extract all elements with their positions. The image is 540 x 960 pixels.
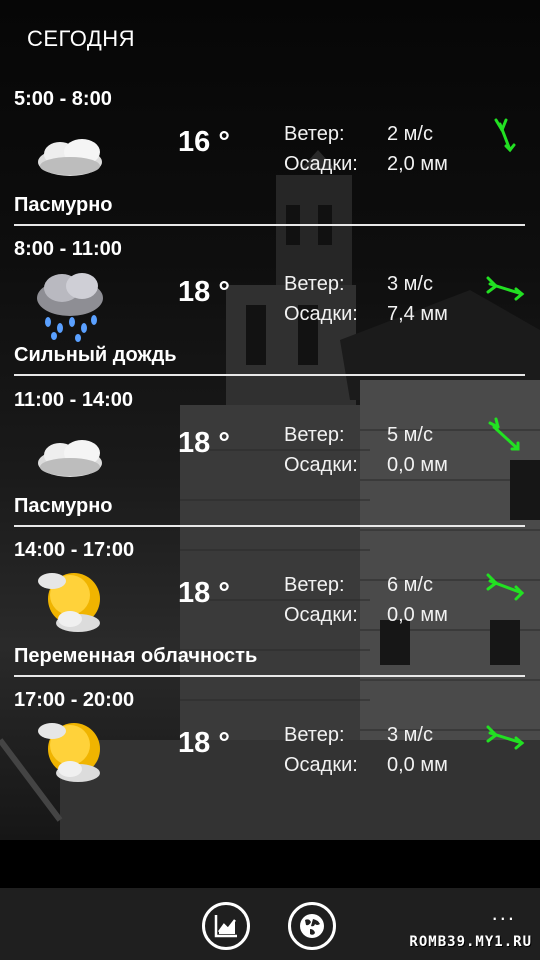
globe-icon: [300, 914, 324, 938]
precip-label: Осадки:: [284, 303, 358, 325]
temperature: 18 °: [178, 276, 230, 308]
forecast-block: 17:00 - 20:00 18 ° Ветер: 3 м/с Осадки: …: [14, 689, 526, 839]
forecast-block: 5:00 - 8:00 16 ° Ветер: 2 м/с Осадки: 2,…: [14, 88, 526, 238]
temperature: 18 °: [178, 427, 230, 459]
time-range: 5:00 - 8:00: [14, 88, 112, 110]
watermark: ROMB39.MY1.RU: [409, 934, 532, 950]
page-title: СЕГОДНЯ: [27, 26, 136, 51]
condition-text: Пасмурно: [14, 194, 113, 216]
wind-label: Ветер:: [284, 574, 345, 596]
time-range: 17:00 - 20:00: [14, 689, 135, 711]
wind-value: 3 м/с: [387, 273, 433, 295]
divider: [14, 374, 525, 376]
wind-direction-icon: [486, 417, 526, 457]
temperature: 18 °: [178, 577, 230, 609]
wind-direction-icon: [486, 272, 526, 312]
wind-value: 2 м/с: [387, 123, 433, 145]
app-bar: ... ROMB39.MY1.RU: [0, 888, 540, 960]
time-range: 14:00 - 17:00: [14, 539, 135, 561]
wind-label: Ветер:: [284, 424, 345, 446]
precip-label: Осадки:: [284, 153, 358, 175]
wind-direction-icon: [486, 721, 526, 761]
condition-text: Пасмурно: [14, 495, 113, 517]
wind-value: 6 м/с: [387, 574, 433, 596]
temperature: 16 °: [178, 126, 230, 158]
globe-button[interactable]: [288, 902, 336, 950]
condition-text: Сильный дождь: [14, 344, 177, 366]
condition-text: Переменная облачность: [14, 645, 258, 667]
precip-value: 0,0 мм: [387, 604, 448, 626]
wind-direction-icon: [486, 571, 526, 611]
wind-direction-icon: [486, 116, 526, 156]
divider: [14, 224, 525, 226]
forecast-block: 8:00 - 11:00 18 ° Ветер: 3 м/с Осадки: 7…: [14, 238, 526, 388]
wind-label: Ветер:: [284, 273, 345, 295]
wind-value: 5 м/с: [387, 424, 433, 446]
wind-label: Ветер:: [284, 724, 345, 746]
partly-cloudy-icon: [30, 567, 110, 637]
divider: [14, 525, 525, 527]
precip-label: Осадки:: [284, 454, 358, 476]
heavy-rain-icon: [30, 262, 110, 342]
divider: [14, 675, 525, 677]
precip-label: Осадки:: [284, 754, 358, 776]
precip-label: Осадки:: [284, 604, 358, 626]
chart-icon: [214, 915, 237, 938]
overcast-cloud-icon: [30, 118, 110, 188]
time-range: 8:00 - 11:00: [14, 238, 122, 260]
temperature: 18 °: [178, 727, 230, 759]
chart-button[interactable]: [202, 902, 250, 950]
overcast-cloud-icon: [30, 419, 110, 489]
wind-label: Ветер:: [284, 123, 345, 145]
more-options-button[interactable]: ...: [492, 900, 516, 926]
precip-value: 0,0 мм: [387, 754, 448, 776]
forecast-block: 14:00 - 17:00 18 ° Ветер: 6 м/с Осадки: …: [14, 539, 526, 689]
partly-cloudy-icon: [30, 717, 110, 787]
precip-value: 0,0 мм: [387, 454, 448, 476]
forecast-block: 11:00 - 14:00 18 ° Ветер: 5 м/с Осадки: …: [14, 389, 526, 539]
time-range: 11:00 - 14:00: [14, 389, 133, 411]
precip-value: 7,4 мм: [387, 303, 448, 325]
wind-value: 3 м/с: [387, 724, 433, 746]
precip-value: 2,0 мм: [387, 153, 448, 175]
